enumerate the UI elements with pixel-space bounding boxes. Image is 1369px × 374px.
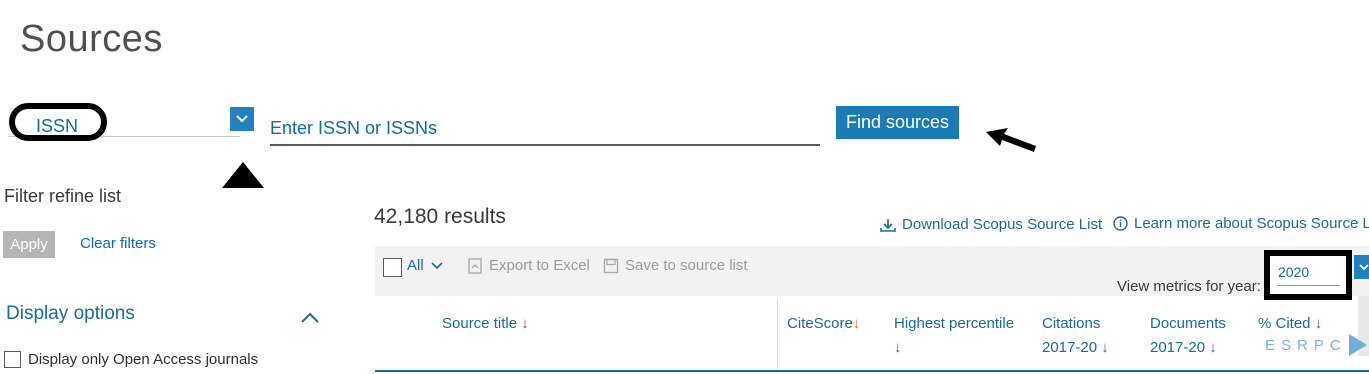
select-all-dropdown[interactable]: All (407, 257, 443, 274)
chevron-up-icon[interactable] (300, 306, 320, 329)
column-percent-cited[interactable]: % Cited ↓ (1258, 312, 1322, 336)
page-title: Sources (20, 18, 163, 60)
download-source-list-link[interactable]: Download Scopus Source List (880, 216, 1102, 233)
display-options-toggle[interactable]: Display options (6, 303, 135, 325)
find-sources-button[interactable]: Find sources (836, 106, 959, 139)
column-source-title[interactable]: Source title ↓ (442, 312, 529, 336)
filter-title: Filter refine list (4, 186, 122, 206)
select-all-checkbox[interactable] (383, 258, 402, 277)
column-divider (777, 300, 778, 370)
sort-arrow-icon: ↓ (852, 315, 861, 332)
export-label: Export to Excel (489, 257, 590, 274)
export-to-excel-button[interactable]: Export to Excel (467, 257, 590, 274)
save-label: Save to source list (625, 257, 748, 274)
annotation-oval (9, 103, 107, 141)
results-count: 42,180 results (374, 205, 506, 228)
learn-more-link[interactable]: Learn more about Scopus Source Lis (1113, 215, 1369, 232)
year-underline (1278, 285, 1340, 286)
save-icon (603, 258, 619, 273)
metrics-year-select[interactable]: 2020 (1278, 264, 1309, 280)
save-to-source-list-button[interactable]: Save to source list (603, 257, 748, 274)
column-citescore[interactable]: CiteScore↓ (787, 312, 860, 336)
table-header-line (375, 370, 1369, 372)
download-label: Download Scopus Source List (902, 216, 1103, 233)
arrow-left-icon (986, 128, 1036, 152)
column-highest-percentile[interactable]: Highest percentile ↓ (894, 312, 1014, 360)
info-icon (1113, 216, 1128, 231)
all-label: All (407, 257, 424, 274)
chevron-down-icon[interactable] (1354, 255, 1369, 279)
column-citations[interactable]: Citations 2017-20 ↓ (1042, 312, 1109, 360)
apply-button[interactable]: Apply (3, 231, 55, 258)
export-icon (468, 257, 482, 274)
esrpc-watermark: ESRPC (1265, 334, 1367, 356)
chevron-down-icon (431, 262, 443, 270)
learn-label: Learn more about Scopus Source Lis (1134, 215, 1369, 232)
issn-input[interactable] (270, 112, 820, 146)
column-documents[interactable]: Documents 2017-20 ↓ (1150, 312, 1226, 360)
arrow-up-icon (222, 162, 264, 188)
clear-filters-link[interactable]: Clear filters (80, 235, 156, 252)
open-access-label: Display only Open Access journals (28, 351, 259, 368)
chevron-down-icon[interactable] (230, 107, 254, 131)
download-icon (880, 218, 896, 232)
view-metrics-label: View metrics for year: (1117, 278, 1261, 295)
open-access-checkbox[interactable] (4, 351, 21, 368)
